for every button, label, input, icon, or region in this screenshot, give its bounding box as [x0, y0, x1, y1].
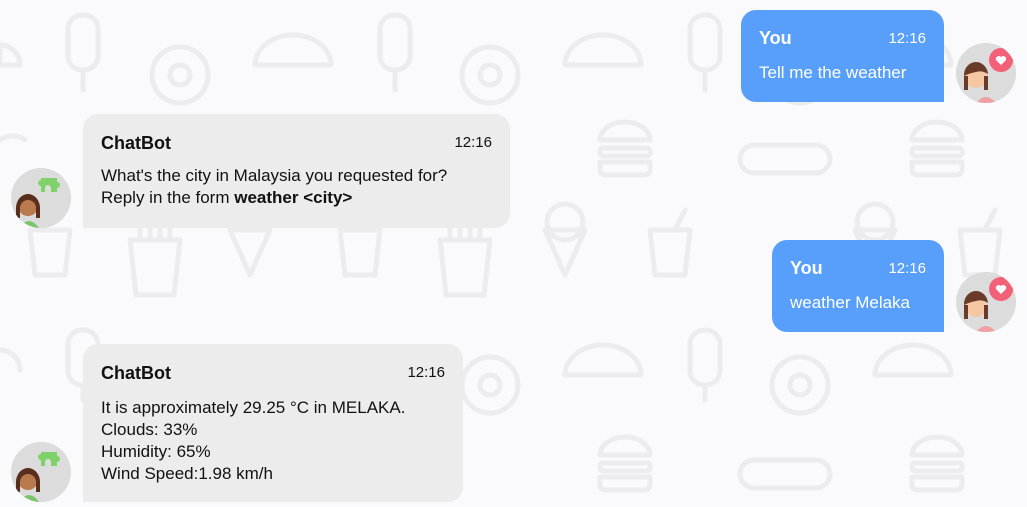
- sender-name: You: [759, 28, 792, 48]
- message-time: 12:16: [454, 134, 492, 151]
- user-avatar: [956, 272, 1016, 332]
- message-text-prefix: Reply in the form: [101, 188, 235, 207]
- bot-avatar-puzzle-icon: [11, 442, 71, 502]
- message-time: 12:16: [407, 364, 445, 381]
- user-avatar-heart-icon: [956, 272, 1016, 332]
- sender-name: ChatBot: [101, 363, 171, 383]
- chat-window: You 12:16 Tell me the weather ChatBot 12…: [0, 0, 1027, 507]
- message-bubble-bot: ChatBot 12:16 It is approximately 29.25 …: [83, 344, 463, 502]
- message-text-line: It is approximately 29.25 °C in MELAKA.: [101, 398, 406, 417]
- message-time: 12:16: [888, 30, 926, 47]
- user-avatar-heart-icon: [956, 43, 1016, 103]
- sender-name: ChatBot: [101, 133, 171, 153]
- message-text: weather Melaka: [790, 293, 911, 312]
- message-text-bold: weather <city>: [234, 188, 353, 207]
- message-text: Tell me the weather: [759, 63, 907, 82]
- message-text-line: Wind Speed:1.98 km/h: [101, 464, 273, 483]
- user-avatar: [956, 43, 1016, 103]
- message-bubble-user: You 12:16 Tell me the weather: [741, 10, 944, 102]
- message-text-line: Clouds: 33%: [101, 420, 198, 439]
- message-time: 12:16: [888, 260, 926, 277]
- message-text-line: Humidity: 65%: [101, 442, 211, 461]
- message-text-line: Reply in the form weather <city>: [101, 187, 352, 209]
- bot-avatar-puzzle-icon: [11, 168, 71, 228]
- sender-name: You: [790, 258, 823, 278]
- bot-avatar: [11, 442, 71, 502]
- message-bubble-user: You 12:16 weather Melaka: [772, 240, 944, 332]
- message-text-line: What's the city in Malaysia you requeste…: [101, 166, 448, 185]
- bot-avatar: [11, 168, 71, 228]
- message-bubble-bot: ChatBot 12:16 What's the city in Malaysi…: [83, 114, 510, 228]
